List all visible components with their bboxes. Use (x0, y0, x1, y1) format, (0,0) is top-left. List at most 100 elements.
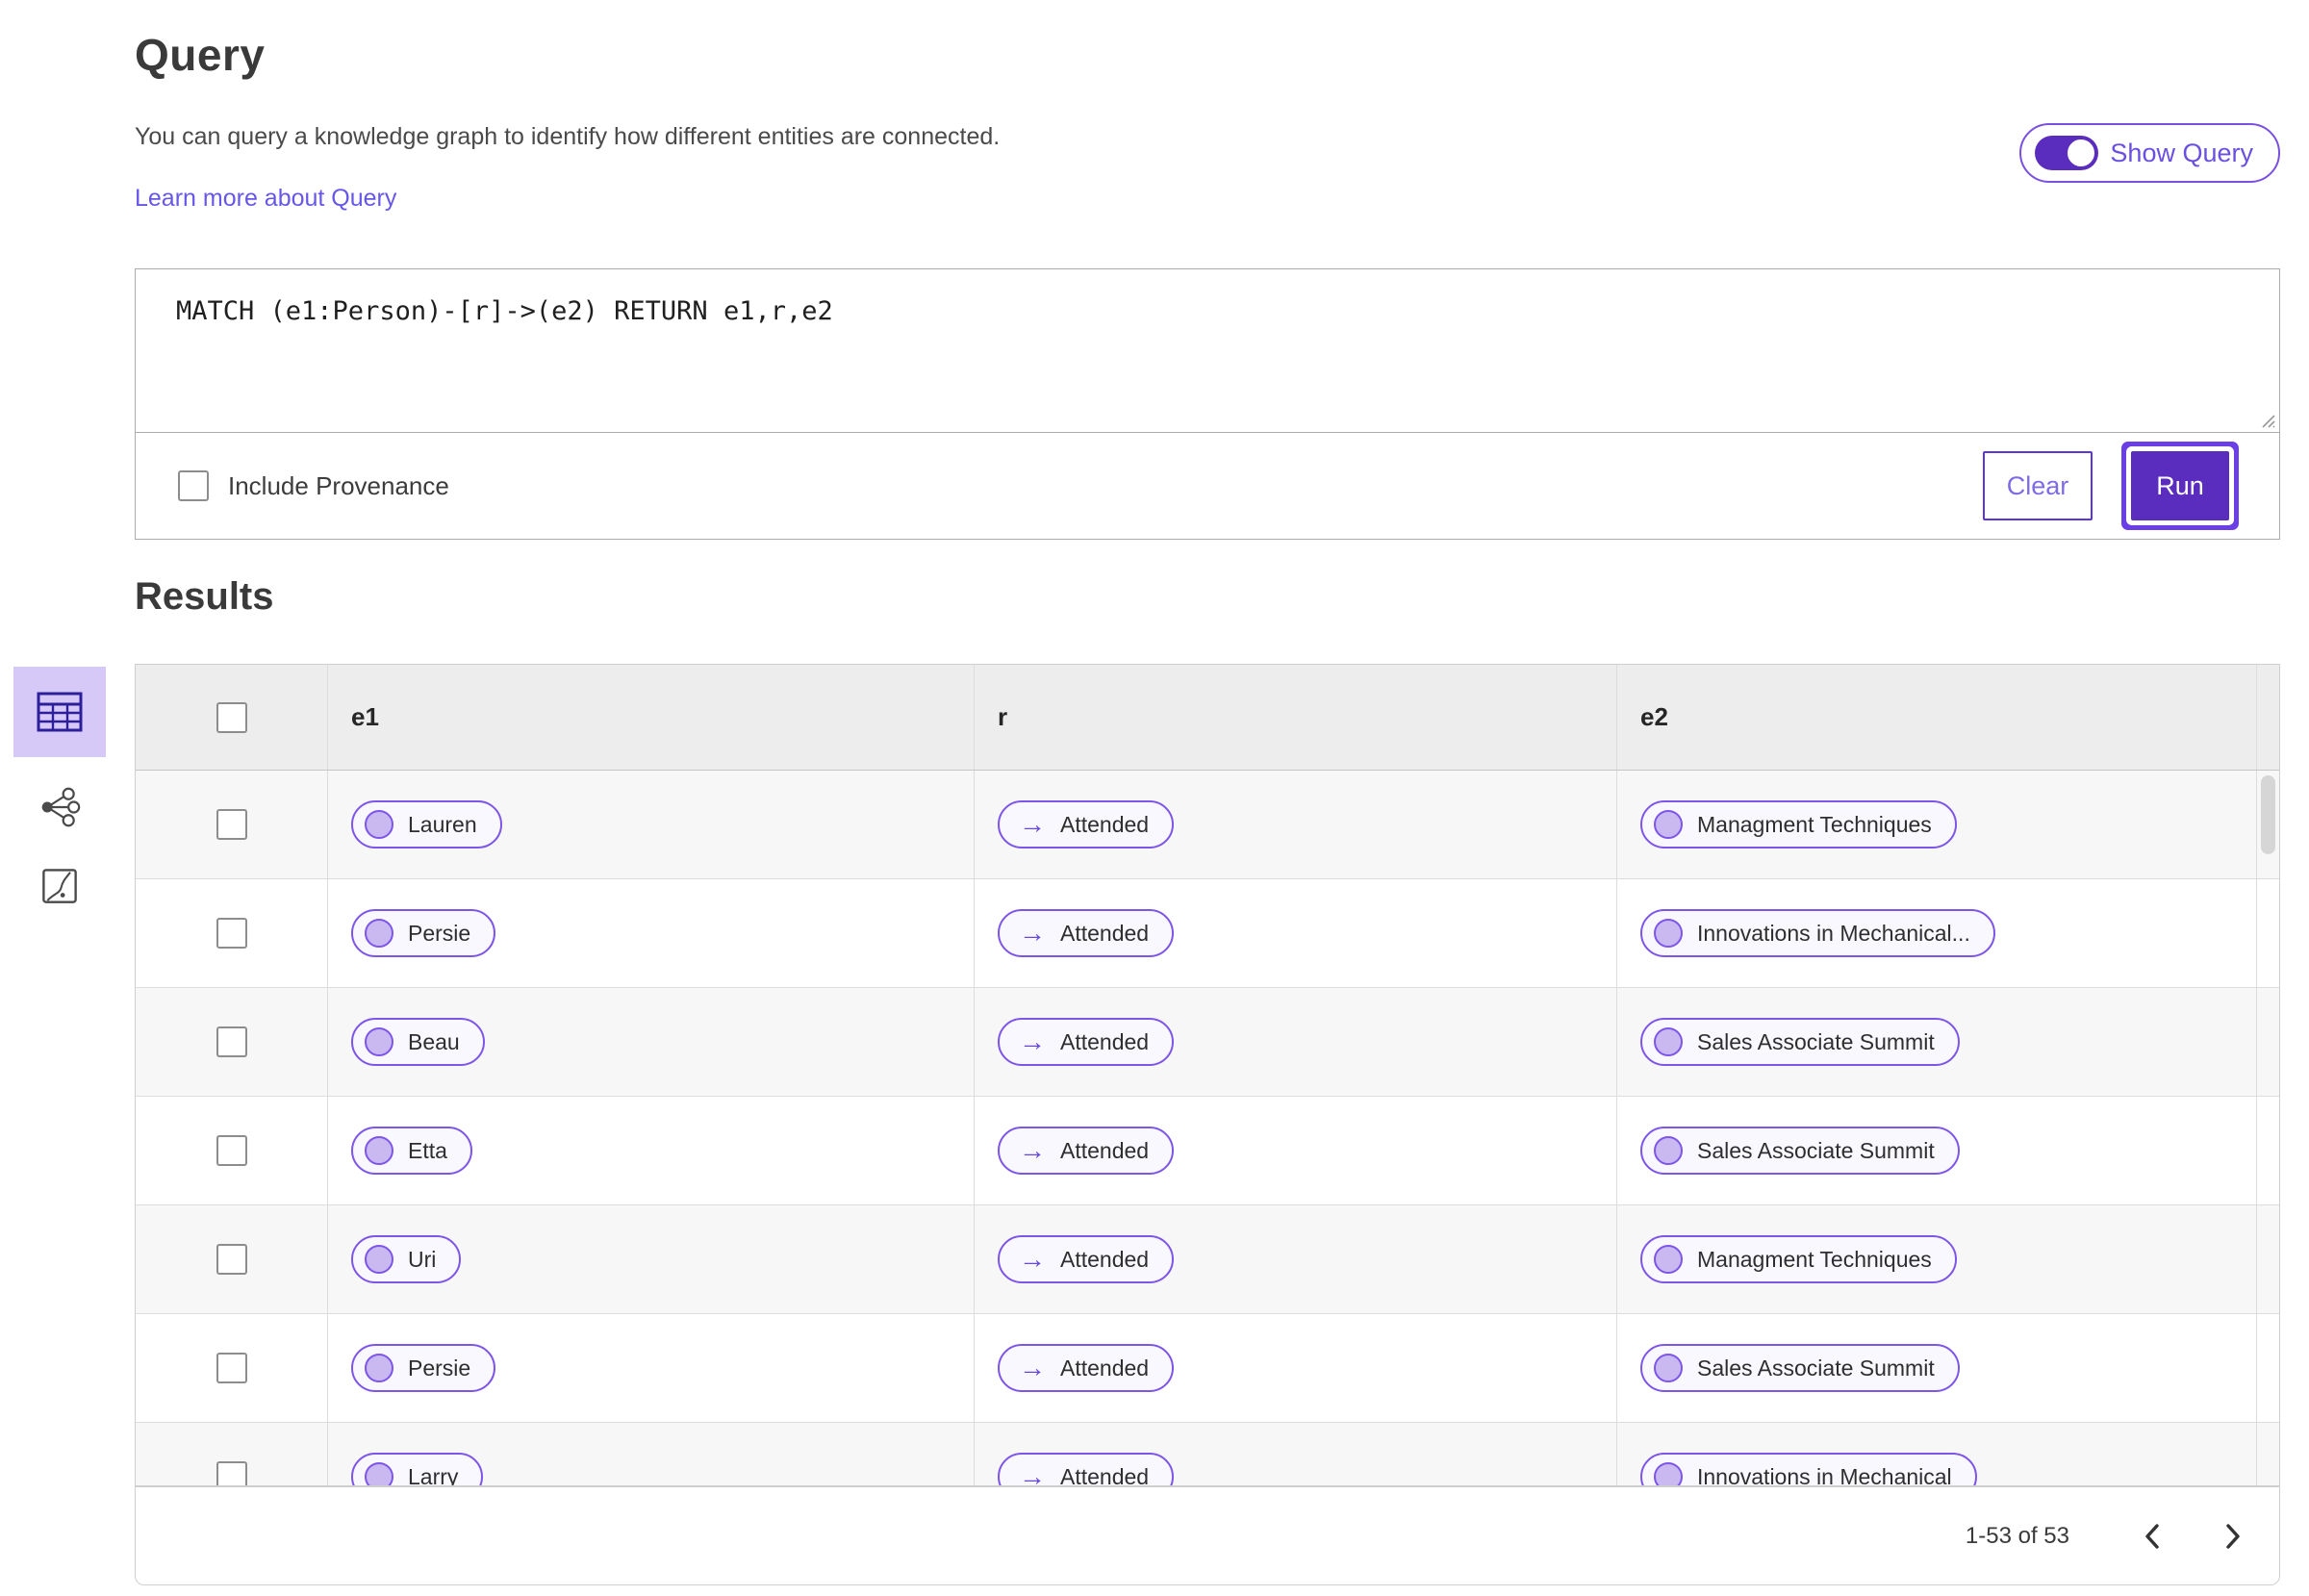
entity-label: Beau (408, 1028, 460, 1054)
relation-pill[interactable]: → Attended (998, 1344, 1175, 1392)
relation-pill[interactable]: → Attended (998, 1018, 1175, 1066)
entity-label: Innovations in Mechanical (1697, 1463, 1952, 1486)
resize-grip-icon[interactable] (2259, 412, 2276, 429)
column-header-e2[interactable]: e2 (1617, 665, 2257, 770)
entity-node-icon (365, 1027, 393, 1056)
entity-label: Sales Associate Summit (1697, 1028, 1935, 1054)
entity-label: Lauren (408, 811, 477, 837)
entity-pill-e1[interactable]: Etta (351, 1127, 472, 1175)
row-checkbox[interactable] (216, 918, 247, 949)
query-text: MATCH (e1:Person)-[r]->(e2) RETURN e1,r,… (176, 296, 833, 326)
table-header-row: e1 r e2 (136, 665, 2279, 771)
chart-view-button[interactable] (13, 857, 106, 915)
chevron-left-icon (2145, 1523, 2159, 1549)
chevron-right-icon (2226, 1523, 2240, 1549)
select-all-checkbox[interactable] (216, 701, 247, 733)
arrow-right-icon: → (1019, 1026, 1046, 1056)
entity-node-icon (365, 1462, 393, 1485)
entity-node-icon (1654, 919, 1683, 948)
pagination-bar: 1-53 of 53 (135, 1486, 2280, 1585)
arrow-right-icon: → (1019, 918, 1046, 948)
entity-node-icon (1654, 1027, 1683, 1056)
relation-label: Attended (1060, 1463, 1150, 1486)
arrow-right-icon: → (1019, 1353, 1046, 1382)
row-checkbox[interactable] (216, 1353, 247, 1383)
entity-label: Larry (408, 1463, 459, 1486)
pagination-next-button[interactable] (2206, 1509, 2260, 1563)
column-header-r[interactable]: r (975, 665, 1617, 770)
results-title: Results (135, 575, 274, 618)
entity-pill-e2[interactable]: Sales Associate Summit (1640, 1018, 1960, 1066)
entity-label: Sales Associate Summit (1697, 1355, 1935, 1381)
relation-pill[interactable]: → Attended (998, 1235, 1175, 1283)
arrow-right-icon: → (1019, 1135, 1046, 1165)
network-view-button[interactable] (13, 778, 106, 836)
entity-node-icon (365, 1245, 393, 1274)
vertical-scrollbar[interactable] (2261, 775, 2275, 854)
row-checkbox[interactable] (216, 1026, 247, 1057)
learn-more-link[interactable]: Learn more about Query (135, 185, 396, 213)
relation-pill[interactable]: → Attended (998, 909, 1175, 957)
include-provenance-label: Include Provenance (228, 470, 449, 500)
show-query-label: Show Query (2110, 138, 2253, 167)
query-actions: Clear Run (1983, 451, 2256, 520)
clear-button[interactable]: Clear (1983, 451, 2093, 520)
entity-pill-e1[interactable]: Beau (351, 1018, 485, 1066)
entity-pill-e2[interactable]: Managment Techniques (1640, 1235, 1957, 1283)
row-checkbox[interactable] (216, 1244, 247, 1275)
page-title: Query (135, 30, 266, 80)
relation-label: Attended (1060, 920, 1150, 946)
entity-pill-e1[interactable]: Persie (351, 909, 496, 957)
show-query-toggle-button[interactable]: Show Query (2019, 123, 2280, 183)
arrow-right-icon: → (1019, 1461, 1046, 1486)
relation-label: Attended (1060, 1355, 1150, 1381)
relation-label: Attended (1060, 1028, 1150, 1054)
run-button[interactable]: Run (2131, 451, 2229, 520)
table-row: Etta → Attended Sales Associate Summit (136, 1097, 2279, 1205)
entity-pill-e1[interactable]: Persie (351, 1344, 496, 1392)
include-provenance-option[interactable]: Include Provenance (178, 470, 449, 501)
entity-node-icon (1654, 1462, 1683, 1485)
entity-node-icon (1654, 1245, 1683, 1274)
query-input[interactable]: MATCH (e1:Person)-[r]->(e2) RETURN e1,r,… (136, 269, 2279, 433)
table-row: Beau → Attended Sales Associate Summit (136, 988, 2279, 1097)
entity-node-icon (1654, 810, 1683, 839)
relation-label: Attended (1060, 811, 1150, 837)
entity-pill-e2[interactable]: Managment Techniques (1640, 800, 1957, 849)
relation-label: Attended (1060, 1246, 1150, 1272)
arrow-right-icon: → (1019, 809, 1046, 839)
row-checkbox[interactable] (216, 809, 247, 840)
entity-pill-e2[interactable]: Innovations in Mechanical (1640, 1453, 1977, 1486)
pagination-prev-button[interactable] (2125, 1509, 2179, 1563)
entity-label: Managment Techniques (1697, 811, 1932, 837)
relation-pill[interactable]: → Attended (998, 800, 1175, 849)
entity-label: Etta (408, 1137, 447, 1163)
row-checkbox[interactable] (216, 1135, 247, 1166)
include-provenance-checkbox[interactable] (178, 470, 209, 501)
column-header-e1[interactable]: e1 (328, 665, 975, 770)
relation-label: Attended (1060, 1137, 1150, 1163)
row-checkbox[interactable] (216, 1461, 247, 1485)
entity-pill-e1[interactable]: Lauren (351, 800, 502, 849)
pagination-range: 1-53 of 53 (1965, 1522, 2069, 1549)
toggle-switch-icon[interactable] (2035, 136, 2099, 170)
entity-pill-e1[interactable]: Uri (351, 1235, 462, 1283)
entity-pill-e2[interactable]: Innovations in Mechanical... (1640, 909, 1995, 957)
entity-pill-e2[interactable]: Sales Associate Summit (1640, 1127, 1960, 1175)
entity-node-icon (365, 1354, 393, 1382)
table-row: Uri → Attended Managment Techniques (136, 1205, 2279, 1314)
entity-label: Sales Associate Summit (1697, 1137, 1935, 1163)
table-view-button[interactable] (13, 667, 106, 757)
path-chart-icon (42, 869, 77, 903)
toggle-knob-icon (2066, 138, 2097, 168)
relation-pill[interactable]: → Attended (998, 1127, 1175, 1175)
entity-label: Persie (408, 1355, 471, 1381)
entity-pill-e2[interactable]: Sales Associate Summit (1640, 1344, 1960, 1392)
table-row: Persie → Attended Innovations in Mechani… (136, 879, 2279, 988)
relation-pill[interactable]: → Attended (998, 1453, 1175, 1486)
query-page: Query You can query a knowledge graph to… (0, 0, 2309, 1596)
results-view-switcher (13, 667, 106, 915)
table-row: Lauren → Attended Managment Techniques (136, 771, 2279, 879)
entity-label: Managment Techniques (1697, 1246, 1932, 1272)
entity-pill-e1[interactable]: Larry (351, 1453, 484, 1486)
